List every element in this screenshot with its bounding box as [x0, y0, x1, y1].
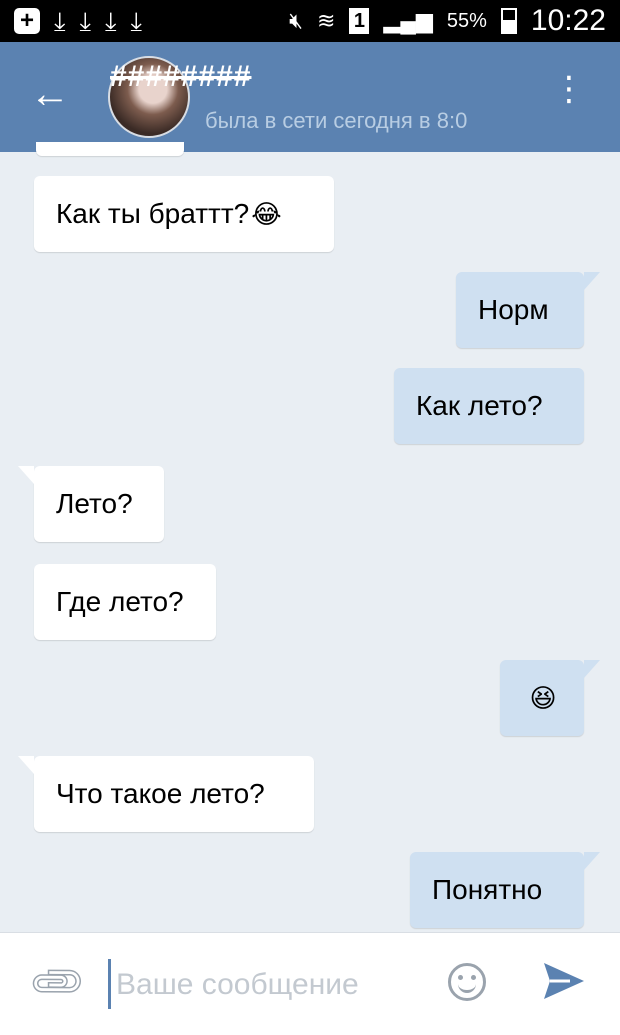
battery-percent: 55% [446, 9, 487, 32]
message-bubble-outgoing[interactable]: Как лето? [394, 368, 584, 444]
download-icon: ⤓ [79, 6, 92, 36]
message-bubble-incoming[interactable]: Лето? [18, 466, 164, 542]
clock: 10:22 [530, 4, 606, 37]
paperclip-icon[interactable]: 📎︎ [26, 950, 91, 1015]
message-bubble-incoming[interactable]: Где лето? [34, 564, 216, 640]
download-icon: ⤓ [54, 6, 66, 36]
laughing-emoji-icon: 😆 [529, 682, 557, 713]
message-composer: 📎︎ [0, 932, 620, 1035]
message-bubble-outgoing[interactable]: Понятно [410, 852, 600, 928]
back-arrow-icon[interactable]: ← [30, 74, 70, 114]
crying-laughing-emoji-icon: 😂 [251, 198, 282, 229]
text-cursor [108, 959, 111, 1009]
download-icon: ⤓ [130, 6, 143, 36]
message-bubble-outgoing[interactable]: Норм [456, 272, 600, 348]
message-bubble-incoming[interactable]: Что такое лето? [18, 756, 314, 832]
chat-header: ← ######## была в сети сегодня в 8:0 ⋮ [0, 42, 620, 152]
battery-icon [500, 8, 517, 34]
emoji-picker-icon[interactable] [448, 963, 486, 1001]
last-seen-status: была в сети сегодня в 8:0 [205, 108, 468, 133]
status-bar: + ⤓ ⤓ ⤓ ⤓ 🔇︎ ≋ 1 ▂▄▆ 55% 10:22 [0, 0, 620, 42]
send-icon[interactable] [540, 957, 588, 1005]
signal-icon: ▂▄▆ [383, 8, 433, 33]
message-input[interactable] [114, 957, 438, 1013]
message-bubble-incoming[interactable]: Как ты браттт? 😂 [34, 176, 334, 252]
contact-name[interactable]: ######## [110, 60, 530, 102]
add-notification-icon: + [14, 7, 40, 34]
message-bubble-outgoing[interactable]: 😆 [500, 660, 600, 736]
wifi-icon: ≋ [317, 8, 336, 33]
more-options-icon[interactable]: ⋮ [552, 72, 586, 106]
download-icon: ⤓ [105, 6, 117, 36]
sim-indicator: 1 [349, 8, 370, 34]
mute-icon: 🔇︎ [289, 8, 304, 33]
previous-message-bubble [36, 142, 184, 156]
